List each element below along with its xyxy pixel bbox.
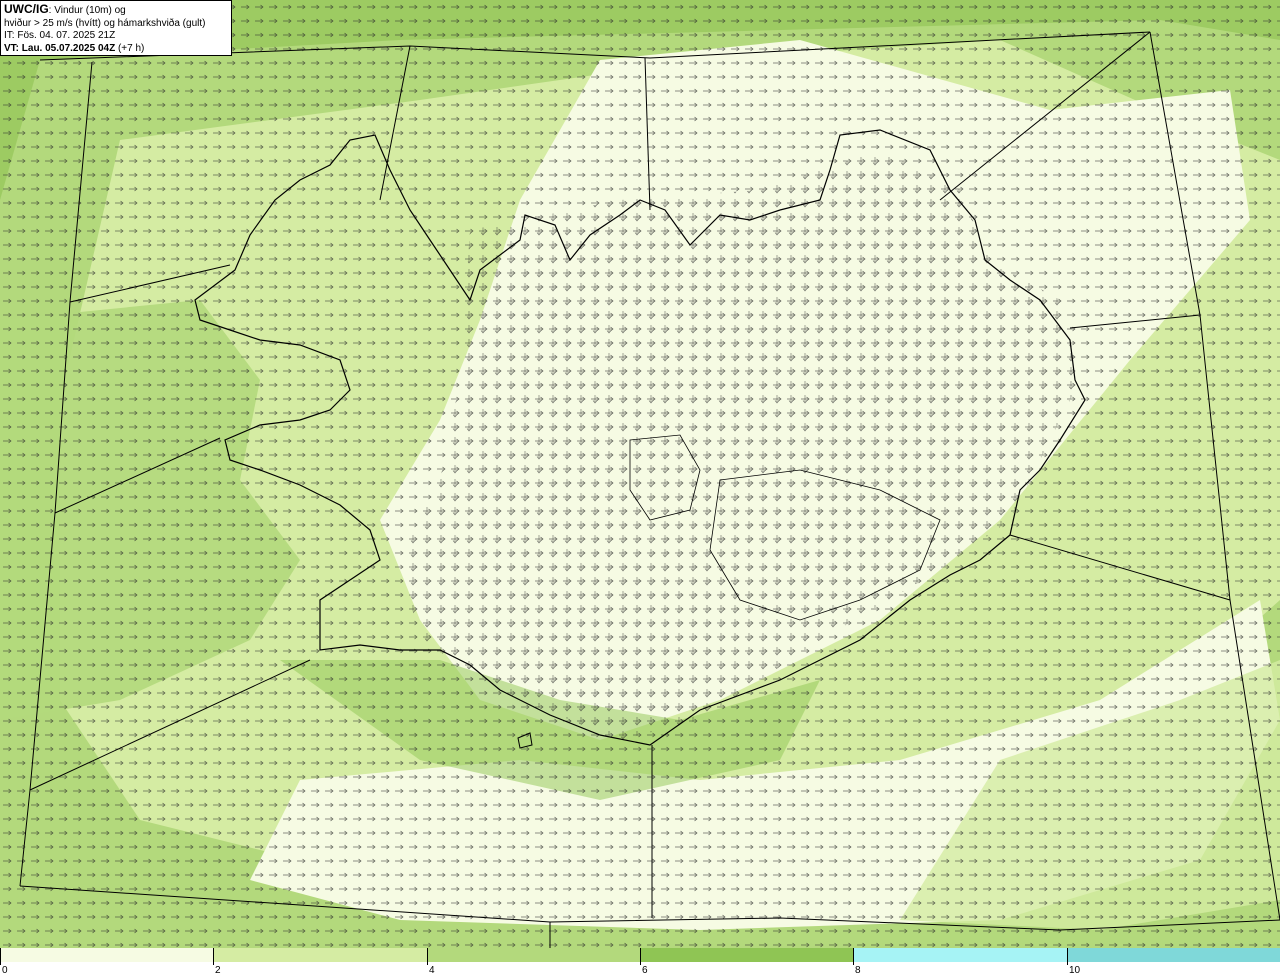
colorbar-tick-label: 8 [855,965,861,976]
colorbar-tick [1067,948,1068,965]
info-line4: VT: Lau. 05.07.2025 04Z (+7 h) [4,43,228,56]
forecast-offset: (+7 h) [115,42,145,54]
colorbar-tick-label: 4 [429,965,435,976]
colorbar-tick [0,948,1,965]
colorbar-tick [427,948,428,965]
colorbar-tick-label: 0 [2,965,8,976]
info-line1-text: : Vindur (10m) og [48,5,126,16]
model-code: UWC/IG [4,2,49,16]
colorbar-tick [640,948,641,965]
colorbar-segment [213,948,427,962]
wind-map: UWC/IG: Vindur (10m) og hviður > 25 m/s … [0,0,1280,948]
info-line2: hviður > 25 m/s (hvítt) og hámarkshviða … [4,17,206,29]
colorbar-segment [427,948,640,962]
colorbar-segment [853,948,1067,962]
colorbar-segment [1067,948,1280,962]
info-title-line: UWC/IG: Vindur (10m) og [4,3,228,18]
colorbar-tick [853,948,854,965]
colorbar-tick [213,948,214,965]
colorbar-segment [640,948,853,962]
map-info-box: UWC/IG: Vindur (10m) og hviður > 25 m/s … [0,0,232,56]
colorbar: 0 2 4 6 8 10 [0,948,1280,978]
colorbar-tick-label: 6 [642,965,648,976]
valid-time: VT: Lau. 05.07.2025 04Z [4,42,116,54]
colorbar-tick-label: 2 [215,965,221,976]
colorbar-segment [0,948,213,962]
colorbar-tick-label: 10 [1069,965,1081,976]
wind-map-canvas [0,0,1280,948]
info-line3: IT: Fös. 04. 07. 2025 21Z [4,30,116,41]
